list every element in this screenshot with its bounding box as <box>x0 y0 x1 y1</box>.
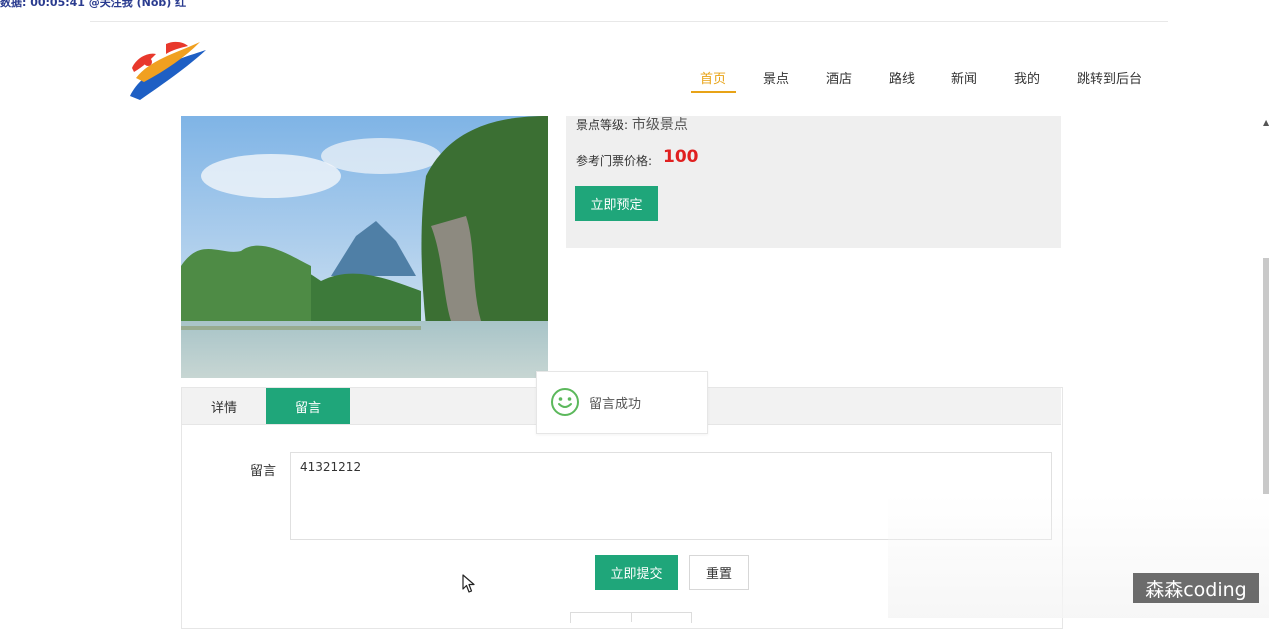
ticket-price-value: 100 <box>663 147 699 167</box>
scenic-level-label: 景点等级: <box>576 118 629 132</box>
nav-active-indicator <box>691 91 736 93</box>
scenic-level: 景点等级: 市级景点 <box>576 114 688 134</box>
screen-overlay-text: 数据: 00:05:41 @关注我 (Nob) 红 <box>0 0 187 9</box>
reset-button[interactable]: 重置 <box>689 555 749 590</box>
submit-button[interactable]: 立即提交 <box>595 555 678 590</box>
smile-icon <box>551 388 579 416</box>
nav-scenic[interactable]: 景点 <box>763 68 789 87</box>
nav-mine[interactable]: 我的 <box>1014 68 1040 87</box>
nav-news[interactable]: 新闻 <box>951 68 977 87</box>
header-divider <box>90 21 1168 22</box>
nav-admin[interactable]: 跳转到后台 <box>1077 68 1142 87</box>
scroll-up-arrow-icon[interactable]: ▲ <box>1263 118 1269 127</box>
scrollbar-thumb[interactable] <box>1263 258 1269 494</box>
tab-comment[interactable]: 留言 <box>266 388 350 424</box>
watermark-label: 森森coding <box>1133 573 1259 603</box>
toast-message: 留言成功 <box>589 397 642 412</box>
pagination-divider <box>631 612 632 622</box>
comment-field-label: 留言 <box>250 464 277 479</box>
nav-home[interactable]: 首页 <box>700 68 726 87</box>
scenic-level-value: 市级景点 <box>631 117 688 133</box>
site-logo[interactable] <box>126 38 210 102</box>
scenic-photo <box>181 116 548 378</box>
mouse-cursor-icon <box>462 574 475 593</box>
tab-detail[interactable]: 详情 <box>182 388 266 424</box>
book-now-button[interactable]: 立即预定 <box>575 186 658 221</box>
nav-route[interactable]: 路线 <box>889 68 915 87</box>
ticket-price-label: 参考门票价格: <box>576 154 653 168</box>
scenic-info-panel <box>566 116 1061 248</box>
nav-hotel[interactable]: 酒店 <box>826 68 852 87</box>
